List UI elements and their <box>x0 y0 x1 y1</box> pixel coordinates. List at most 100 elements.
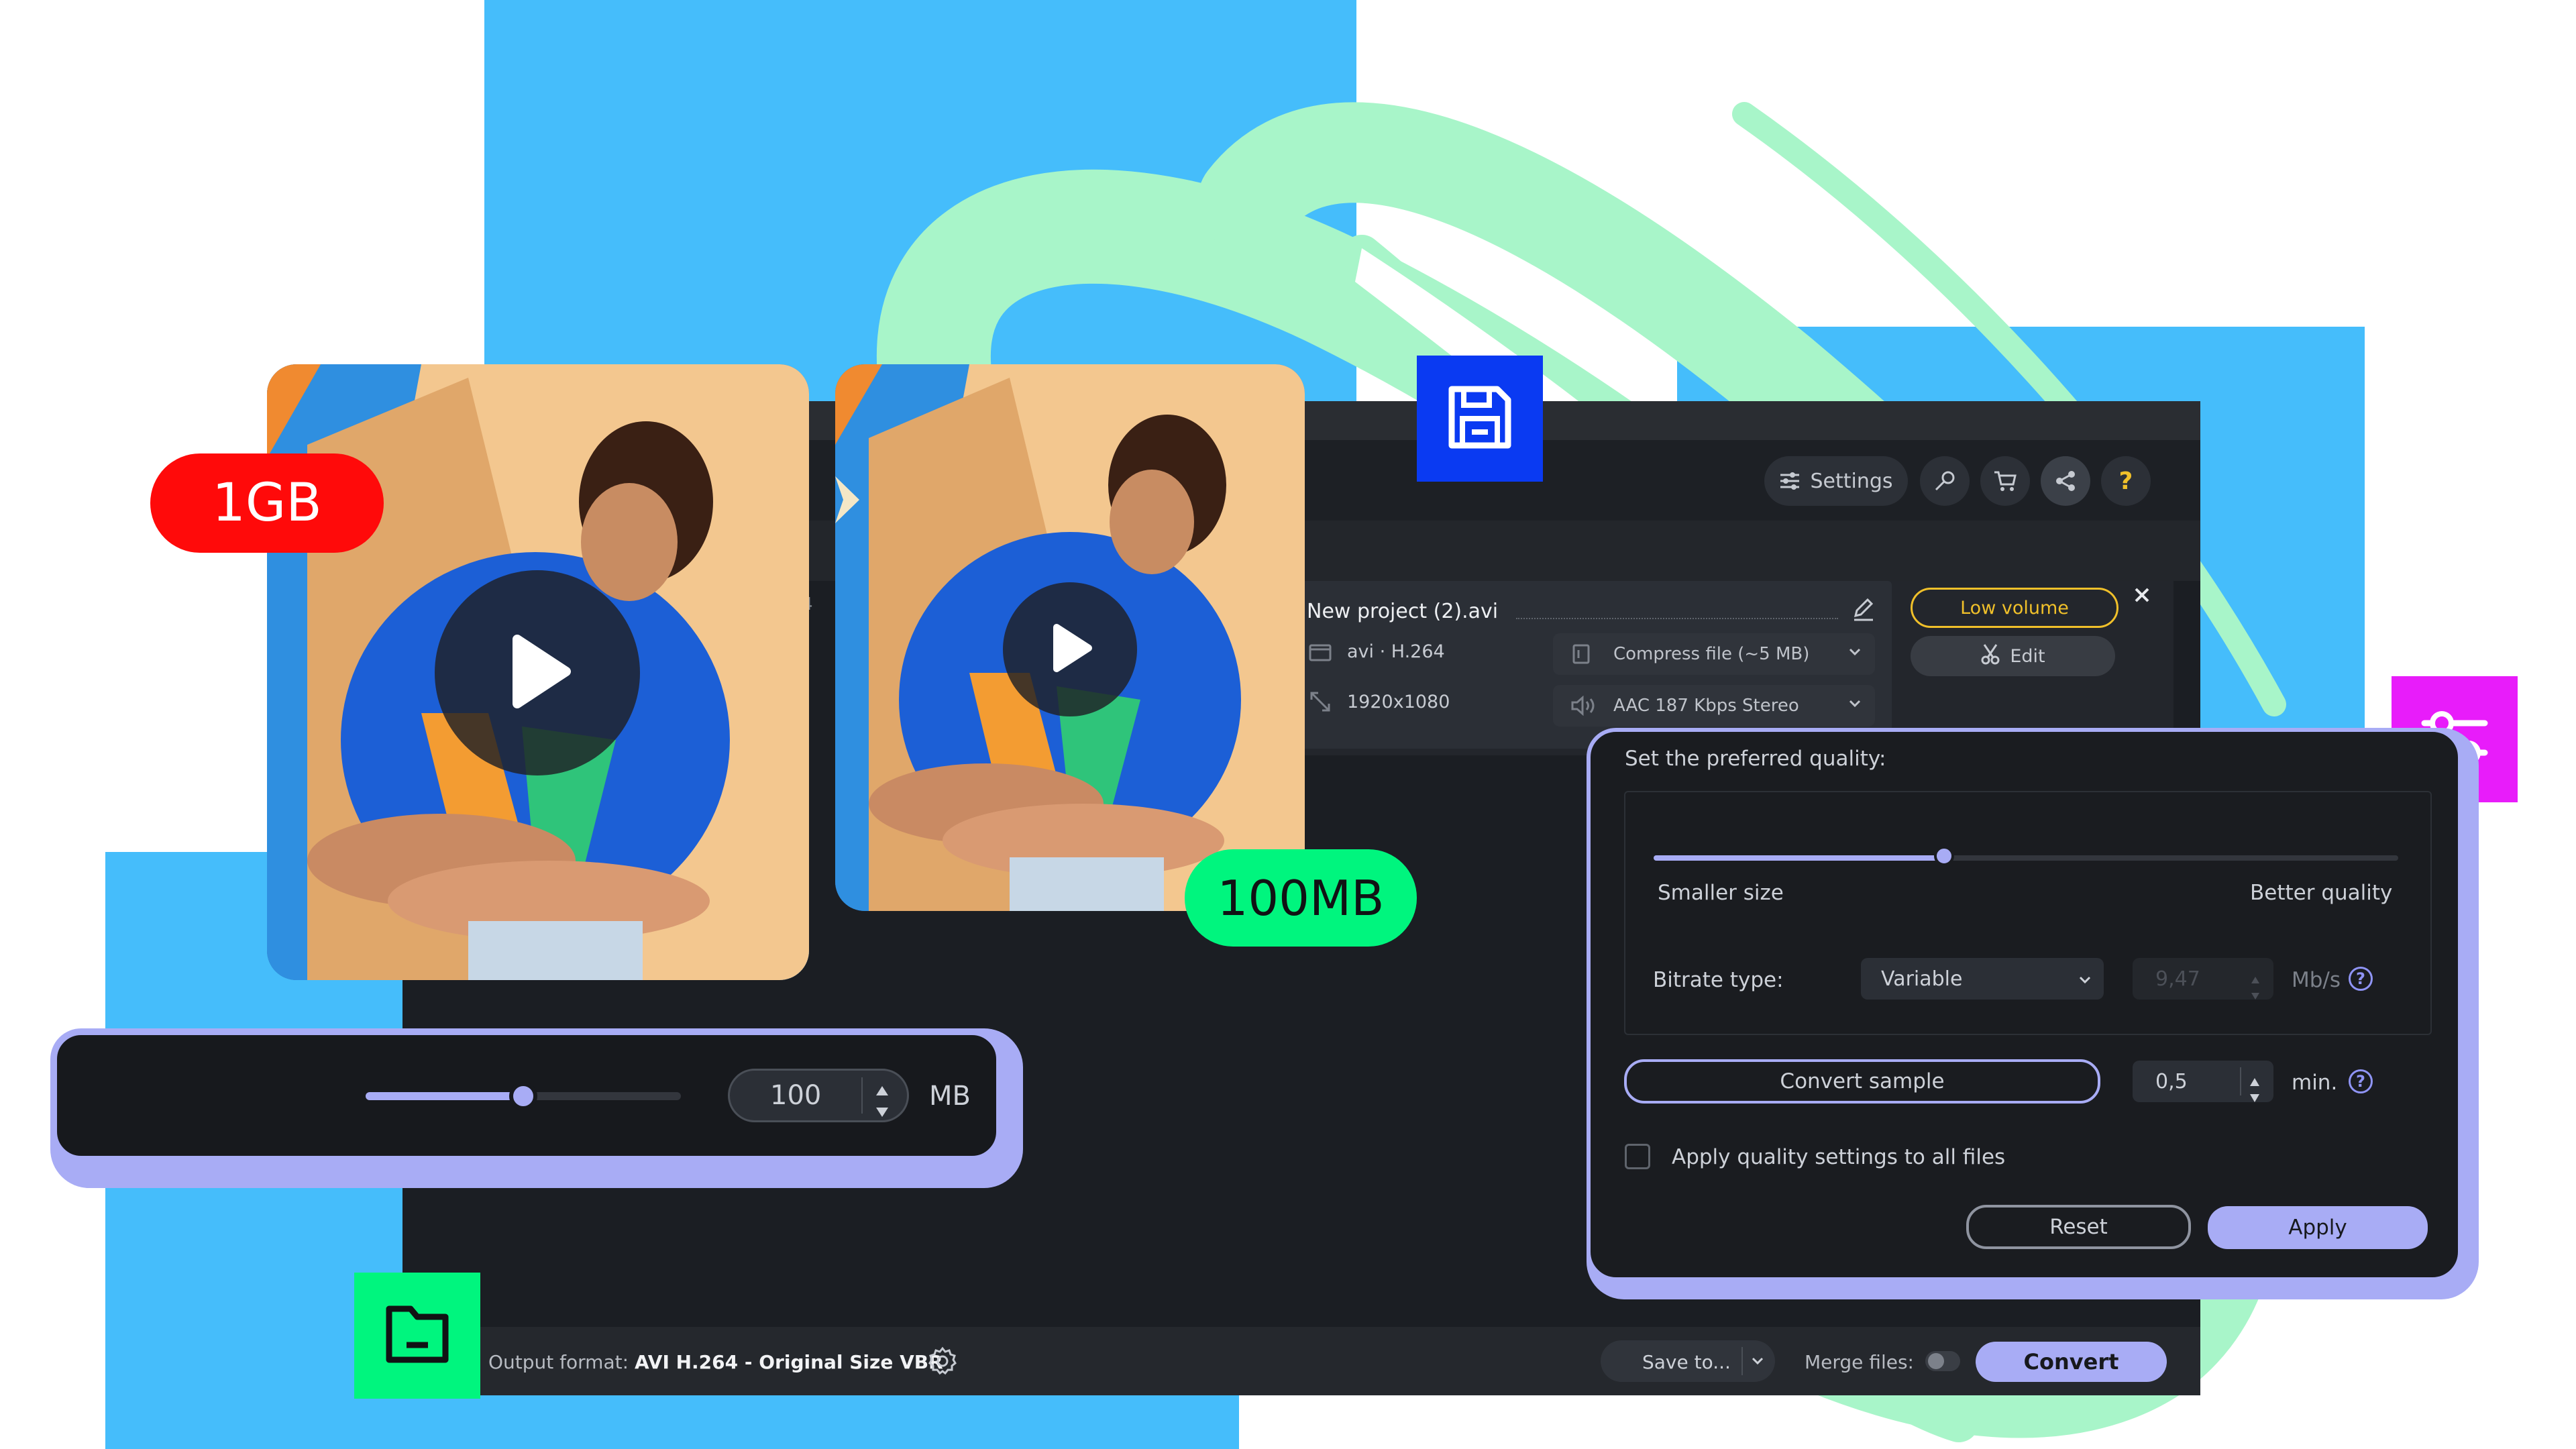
output-format-label: Output format: <box>488 1351 629 1373</box>
apply-label: Apply <box>2288 1216 2347 1240</box>
compress-option-label: Compress file (~5 MB) <box>1613 644 1810 664</box>
bitrate-unit: Mb/s <box>2292 968 2341 992</box>
quality-dialog: Set the preferred quality: Smaller size … <box>1587 728 2462 1281</box>
quality-slider-knob[interactable] <box>1933 846 1954 866</box>
settings-button[interactable]: Settings <box>1764 456 1908 506</box>
merge-files-toggle[interactable] <box>1925 1351 1960 1371</box>
bottom-bar: Output format: AVI H.264 - Original Size… <box>402 1327 2200 1395</box>
scissors-icon <box>1980 643 2000 670</box>
bitrate-type-dropdown[interactable]: Variable <box>1861 958 2104 1000</box>
size-slider[interactable] <box>366 1082 681 1110</box>
quality-dialog-title: Set the preferred quality: <box>1625 747 1886 771</box>
chevron-down-icon <box>1847 644 1863 665</box>
compare-arrow-icon <box>835 476 859 523</box>
size-slider-fill <box>366 1092 523 1100</box>
merge-files-label: Merge files: <box>1805 1351 1914 1373</box>
low-volume-label: Low volume <box>1960 597 2069 619</box>
file-size-icon <box>1572 643 1591 669</box>
edit-button[interactable]: Edit <box>1911 636 2115 676</box>
sample-length-stepper[interactable]: 0,5 <box>2133 1061 2273 1102</box>
sample-length-value: 0,5 <box>2155 1069 2188 1093</box>
sample-help-icon[interactable]: ? <box>2349 1069 2373 1093</box>
stepper-divider <box>861 1077 863 1114</box>
file-resolution: 1920x1080 <box>1347 692 1450 712</box>
better-quality-label: Better quality <box>2250 881 2393 905</box>
convert-button[interactable]: Convert <box>1976 1342 2167 1382</box>
save-to-button[interactable]: Save to... <box>1601 1340 1775 1382</box>
settings-label: Settings <box>1810 469 1893 493</box>
low-volume-button[interactable]: Low volume <box>1911 588 2118 628</box>
bitrate-help-icon[interactable]: ? <box>2349 967 2373 991</box>
play-button[interactable] <box>435 570 640 775</box>
stepper-down-arrow-icon <box>2251 982 2260 1006</box>
save-icon-tile <box>1417 356 1543 482</box>
help-icon: ? <box>2118 467 2133 495</box>
chevron-down-icon <box>1750 1353 1766 1372</box>
resize-arrows-icon <box>1308 690 1332 716</box>
size-slider-knob[interactable] <box>509 1082 537 1110</box>
apply-all-label: Apply quality settings to all files <box>1672 1145 2006 1169</box>
output-format-value[interactable]: AVI H.264 - Original Size VBR <box>635 1351 943 1373</box>
play-button[interactable] <box>1003 582 1137 716</box>
sliders-icon <box>1779 472 1801 490</box>
key-button[interactable] <box>1920 456 1970 506</box>
compressed-size-text: 100MB <box>1217 869 1385 926</box>
compress-dropdown[interactable]: Compress file (~5 MB) <box>1553 633 1875 675</box>
toggle-knob <box>1928 1353 1944 1369</box>
output-settings-gear-icon[interactable] <box>927 1346 958 1379</box>
floppy-disk-icon <box>1446 384 1513 453</box>
sample-unit: min. <box>2292 1071 2338 1095</box>
rename-pencil-icon[interactable] <box>1850 596 1877 625</box>
stepper-up-arrow-icon[interactable] <box>875 1079 890 1102</box>
bitrate-value-stepper[interactable]: 9,47 <box>2133 958 2273 1000</box>
size-unit-label: MB <box>929 1081 971 1112</box>
chevron-down-icon <box>1847 696 1863 716</box>
compressed-video-thumbnail <box>835 364 1305 911</box>
cart-icon <box>1993 470 2017 492</box>
quality-slider-fill <box>1654 855 1944 861</box>
file-info-panel: New project (2).avi avi · H.264 1920x108… <box>1288 581 1892 749</box>
edit-label: Edit <box>2010 645 2045 667</box>
save-divider <box>1741 1347 1743 1375</box>
remove-file-close-icon[interactable] <box>2133 586 2151 606</box>
size-value: 100 <box>770 1080 822 1111</box>
reset-label: Reset <box>2049 1215 2108 1239</box>
folder-icon-tile <box>354 1273 480 1399</box>
smaller-size-label: Smaller size <box>1658 881 1784 905</box>
size-widget: 100 MB <box>50 1028 1003 1163</box>
convert-sample-label: Convert sample <box>1780 1069 1945 1093</box>
audio-option-label: AAC 187 Kbps Stereo <box>1613 696 1799 716</box>
file-name: New project (2).avi <box>1307 600 1499 623</box>
convert-sample-button[interactable]: Convert sample <box>1624 1059 2100 1104</box>
convert-label: Convert <box>2023 1349 2119 1375</box>
apply-all-checkbox[interactable] <box>1625 1144 1650 1169</box>
cart-button[interactable] <box>1980 456 2030 506</box>
chevron-down-icon <box>2077 970 2093 994</box>
stepper-down-arrow-icon[interactable] <box>2249 1085 2260 1108</box>
file-name-dotted-line <box>1516 618 1838 619</box>
audio-dropdown[interactable]: AAC 187 Kbps Stereo <box>1553 685 1875 727</box>
original-size-text: 1GB <box>212 473 322 533</box>
apply-button[interactable]: Apply <box>2208 1206 2428 1249</box>
file-format: avi · H.264 <box>1347 641 1445 662</box>
play-icon <box>500 631 574 714</box>
film-icon <box>1308 640 1332 665</box>
original-size-badge: 1GB <box>150 453 384 553</box>
bitrate-type-value: Variable <box>1881 967 1963 991</box>
quality-slider[interactable] <box>1654 846 2398 866</box>
key-icon <box>1933 470 1956 492</box>
stepper-divider <box>2240 1067 2241 1095</box>
share-icon <box>2054 470 2077 492</box>
help-button[interactable]: ? <box>2101 456 2151 506</box>
share-button[interactable] <box>2041 456 2090 506</box>
save-to-label: Save to... <box>1642 1351 1731 1373</box>
speaker-icon <box>1570 695 1597 720</box>
stepper-down-arrow-icon[interactable] <box>875 1100 890 1124</box>
bitrate-type-label: Bitrate type: <box>1653 968 1784 992</box>
size-value-stepper[interactable]: 100 <box>728 1069 909 1122</box>
compressed-size-badge: 100MB <box>1185 849 1417 947</box>
play-icon <box>1046 622 1094 677</box>
reset-button[interactable]: Reset <box>1966 1205 2191 1249</box>
folder-icon <box>384 1303 451 1368</box>
bitrate-number: 9,47 <box>2155 967 2200 991</box>
